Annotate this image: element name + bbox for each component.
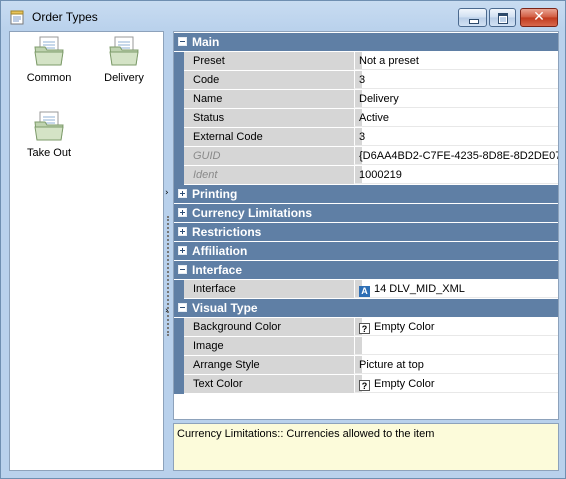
category-affiliation[interactable]: Affiliation [174,242,558,261]
order-types-window: Order Types ✕ Common Delivery Take Out ›… [0,0,566,479]
collapse-icon[interactable] [178,303,187,312]
category-label: Affiliation [192,244,248,258]
color-value-text: Empty Color [374,321,435,333]
collapse-icon[interactable] [178,37,187,46]
close-button[interactable]: ✕ [520,8,558,27]
property-value[interactable]: 3 [354,128,558,146]
panel-splitter[interactable]: › › [164,31,173,471]
splitter-grip[interactable] [167,216,171,336]
interface-badge-icon: A [359,286,370,297]
property-value[interactable]: 1000219 [354,166,558,184]
property-row-name[interactable]: Name Delivery [174,90,558,109]
folder-document-icon [34,111,64,141]
expand-icon[interactable] [178,246,187,255]
property-value[interactable]: Delivery [354,90,558,108]
property-name: Name [184,90,362,109]
maximize-icon [498,13,508,24]
order-type-item-delivery[interactable]: Delivery [92,35,156,84]
order-type-item-take-out[interactable]: Take Out [17,110,81,159]
category-main[interactable]: Main [174,33,558,52]
expand-icon[interactable] [178,227,187,236]
property-name: GUID [184,147,362,166]
property-value[interactable]: Not a preset [354,52,558,70]
property-name: Text Color [184,375,362,394]
property-name: Arrange Style [184,356,362,375]
expand-icon[interactable] [178,208,187,217]
property-name: Ident [184,166,362,185]
category-label: Currency Limitations [192,206,313,220]
category-label: Main [192,35,220,49]
property-value[interactable]: ? Empty Color [354,375,558,393]
order-type-label: Take Out [26,147,72,159]
minimize-button[interactable] [458,8,487,27]
property-value[interactable]: Picture at top [354,356,558,374]
property-name: Image [184,337,362,356]
maximize-button[interactable] [489,8,516,27]
property-row-background-color[interactable]: Background Color ? Empty Color [174,318,558,337]
folder-document-icon [109,36,139,66]
property-row-interface[interactable]: Interface A 14 DLV_MID_XML [174,280,558,299]
close-icon: ✕ [533,9,545,25]
property-value[interactable]: A 14 DLV_MID_XML [354,280,558,298]
property-row-image[interactable]: Image [174,337,558,356]
property-grid[interactable]: Main Preset Not a preset Code 3 Name Del… [173,31,559,420]
order-type-item-common[interactable]: Common [17,35,81,84]
property-row-text-color[interactable]: Text Color ? Empty Color [174,375,558,394]
property-row-code[interactable]: Code 3 [174,71,558,90]
property-row-status[interactable]: Status Active [174,109,558,128]
title-bar[interactable]: Order Types ✕ [1,1,565,31]
color-value-text: Empty Color [374,378,435,390]
property-name: Code [184,71,362,90]
minimize-icon [469,19,479,24]
property-name: External Code [184,128,362,147]
order-type-list[interactable]: Common Delivery Take Out [9,31,164,471]
property-row-guid[interactable]: GUID {D6AA4BD2-C7FE-4235-8D8E-8D2DE07! [174,147,558,166]
notepad-icon [10,10,24,25]
property-row-external-code[interactable]: External Code 3 [174,128,558,147]
category-interface[interactable]: Interface [174,261,558,280]
property-row-arrange-style[interactable]: Arrange Style Picture at top [174,356,558,375]
category-visual-type[interactable]: Visual Type [174,299,558,318]
category-label: Visual Type [192,301,258,315]
expand-icon[interactable] [178,189,187,198]
splitter-arrow-icon: › [165,306,169,316]
window-title: Order Types [32,10,98,24]
category-printing[interactable]: Printing [174,185,558,204]
property-name: Preset [184,52,362,71]
description-text: Currency Limitations:: Currencies allowe… [177,428,435,440]
category-label: Interface [192,263,243,277]
property-name: Background Color [184,318,362,337]
description-panel: Currency Limitations:: Currencies allowe… [173,423,559,471]
property-value[interactable]: {D6AA4BD2-C7FE-4235-8D8E-8D2DE07! [354,147,558,165]
category-label: Restrictions [192,225,262,239]
category-currency-limitations[interactable]: Currency Limitations [174,204,558,223]
property-row-preset[interactable]: Preset Not a preset [174,52,558,71]
property-value[interactable]: ? Empty Color [354,318,558,336]
order-type-label: Delivery [104,72,144,84]
property-value[interactable] [354,337,558,355]
order-type-label: Common [26,72,72,84]
category-restrictions[interactable]: Restrictions [174,223,558,242]
interface-value-text: 14 DLV_MID_XML [374,283,465,295]
property-value[interactable]: Active [354,109,558,127]
property-value[interactable]: 3 [354,71,558,89]
unknown-color-icon: ? [359,380,370,391]
unknown-color-icon: ? [359,323,370,334]
category-label: Printing [192,187,238,201]
splitter-arrow-icon: › [165,188,169,198]
collapse-icon[interactable] [178,265,187,274]
property-name: Interface [184,280,362,299]
property-name: Status [184,109,362,128]
property-row-ident[interactable]: Ident 1000219 [174,166,558,185]
folder-document-icon [34,36,64,66]
